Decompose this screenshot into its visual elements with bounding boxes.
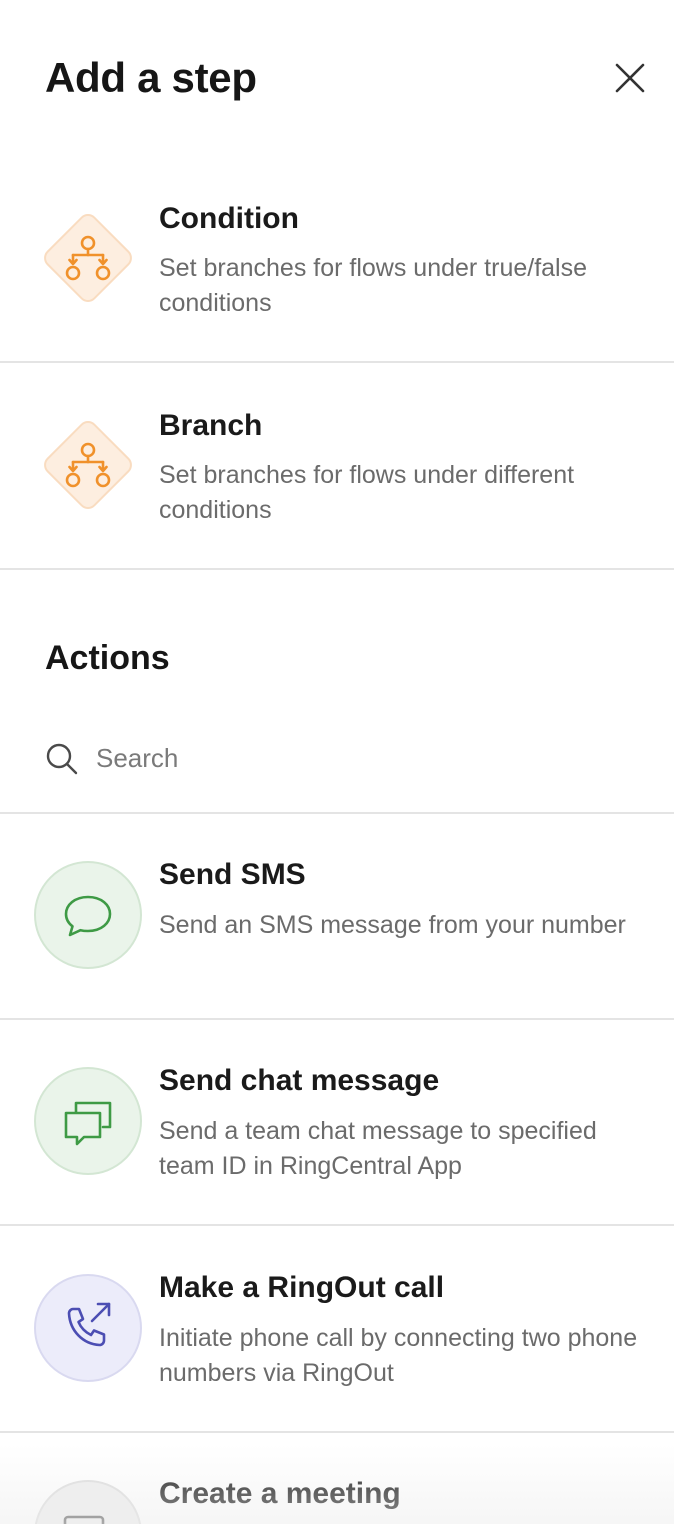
send-sms-icon-badge [33,860,143,970]
create-meeting-icon-badge [33,1479,143,1524]
step-item-description: Set branches for flows under different c… [159,461,575,524]
team-chat-icon [34,1067,142,1175]
step-item-branch[interactable]: Branch Set branches for flows under diff… [0,363,674,570]
chat-bubble-icon [34,861,142,969]
close-icon [615,63,645,93]
action-item-description: Send an SMS message from your number [159,911,626,939]
page-title: Add a step [45,54,257,101]
step-item-condition[interactable]: Condition Set branches for flows under t… [0,156,674,363]
action-item-description: Send a team chat message to specified te… [159,1117,597,1180]
search-input[interactable] [96,736,616,780]
step-item-description: Set branches for flows under true/false … [159,254,588,317]
actions-search [0,714,674,814]
action-item-title: Make a RingOut call [159,1271,445,1304]
action-item-send-chat-message[interactable]: Send chat message Send a team chat messa… [0,1020,674,1226]
branch-icon-badge [33,410,143,520]
ringout-icon-badge [33,1273,143,1383]
action-item-send-sms[interactable]: Send SMS Send an SMS message from your n… [0,814,674,1020]
flow-branch-icon [44,214,132,302]
step-item-title: Condition [159,202,299,235]
phone-outgoing-icon [34,1274,142,1382]
panel-header: Add a step [0,0,674,150]
flow-branch-icon [44,421,132,509]
action-item-create-meeting[interactable]: Create a meeting [0,1433,674,1524]
action-item-title: Create a meeting [159,1477,401,1510]
send-chat-icon-badge [33,1066,143,1176]
actions-section-title: Actions [45,639,170,677]
action-item-title: Send SMS [159,858,306,891]
calendar-icon [34,1480,142,1524]
action-item-description: Initiate phone call by connecting two ph… [159,1324,638,1387]
action-item-make-ringout-call[interactable]: Make a RingOut call Initiate phone call … [0,1226,674,1433]
divider [0,568,674,570]
close-button[interactable] [606,54,654,102]
action-item-title: Send chat message [159,1064,440,1097]
condition-icon-badge [33,203,143,313]
search-icon [46,743,78,775]
step-item-title: Branch [159,409,263,442]
